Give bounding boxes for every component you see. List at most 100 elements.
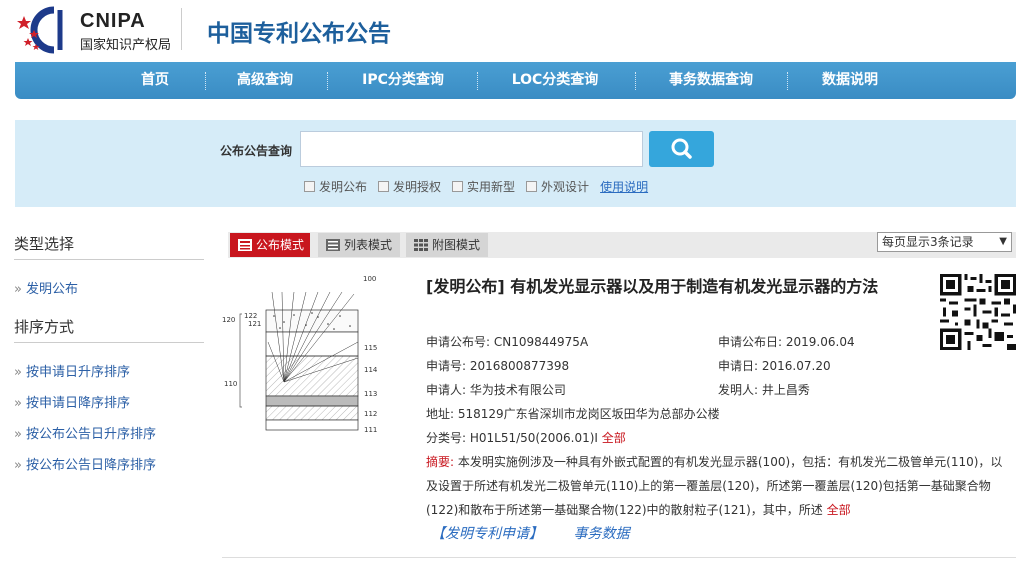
search-type-filters: 发明公布 发明授权 实用新型 外观设计 使用说明 [304, 178, 648, 195]
publication-mode-icon [238, 239, 252, 251]
usage-help-link[interactable]: 使用说明 [600, 178, 648, 195]
nav-item-ipc-search[interactable]: IPC分类查询 [345, 62, 461, 99]
field-label: 申请人: [426, 383, 467, 397]
sidebar-type-title: 类型选择 [14, 228, 204, 260]
patent-figure-thumbnail[interactable]: 100 120 122 121 110 115 114 113 112 111 [222, 272, 382, 444]
nav-item-loc-search[interactable]: LOC分类查询 [495, 62, 615, 99]
filter-design[interactable]: 外观设计 [526, 178, 589, 195]
field-value: 2016800877398 [469, 359, 570, 373]
figure-label: 114 [364, 366, 378, 374]
grid-mode-icon [414, 239, 428, 251]
field-label: 地址: [426, 407, 455, 421]
sidebar-sort-title: 排序方式 [14, 311, 204, 343]
nav-item-data-description[interactable]: 数据说明 [805, 62, 895, 99]
filter-label: 发明公布 [319, 180, 368, 194]
sidebar-item-label: 按申请日升序排序 [25, 365, 130, 380]
checkbox-icon[interactable] [526, 181, 538, 192]
sort-app-date-desc[interactable]: » 按申请日降序排序 [14, 392, 204, 411]
nav-separator [787, 72, 788, 90]
filter-invention-grant[interactable]: 发明授权 [378, 178, 441, 195]
result-title-link[interactable]: [发明公布] 有机发光显示器以及用于制造有机发光显示器的方法 [426, 275, 926, 299]
abstract-text: 本发明实施例涉及一种具有外嵌式配置的有机发光显示器(100)，包括：有机发光二极… [426, 455, 1003, 517]
sort-pub-date-asc[interactable]: » 按公布公告日升序排序 [14, 423, 204, 442]
nav-separator [477, 72, 478, 90]
result-divider [222, 557, 1016, 558]
event-data-link[interactable]: 事务数据 [573, 526, 629, 542]
filter-utility-model[interactable]: 实用新型 [452, 178, 515, 195]
tab-publication-mode[interactable]: 公布模式 [230, 233, 310, 257]
abstract-more-link[interactable]: 全部 [827, 503, 851, 517]
field-label: 申请公布日: [718, 335, 783, 349]
field-app-no: 申请号: 2016800877398 [426, 357, 569, 374]
sidebar-item-label: 按申请日降序排序 [25, 396, 130, 411]
field-label: 申请号: [426, 359, 467, 373]
arrow-icon: » [14, 282, 22, 297]
search-input[interactable] [300, 131, 643, 167]
site-title: 中国专利公布公告 [207, 21, 391, 47]
invention-application-link[interactable]: 【发明专利申请】 [431, 526, 543, 542]
logo-emblem-icon [17, 6, 63, 54]
field-applicant: 申请人: 华为技术有限公司 [426, 381, 566, 398]
field-app-date: 申请日: 2016.07.20 [718, 357, 831, 374]
per-page-value: 每页显示3条记录 [882, 235, 974, 249]
field-value: 518129广东省深圳市龙岗区坂田华为总部办公楼 [457, 407, 720, 421]
field-value: 华为技术有限公司 [469, 383, 566, 397]
field-value: CN109844975A [493, 335, 589, 349]
field-address: 地址: 518129广东省深圳市龙岗区坂田华为总部办公楼 [426, 405, 720, 422]
list-mode-icon [326, 239, 340, 251]
field-value: H01L51/50(2006.01)I [469, 431, 598, 445]
field-classification: 分类号: H01L51/50(2006.01)I 全部 [426, 429, 626, 446]
nav-separator [327, 72, 328, 90]
result-links: 【发明专利申请】 事务数据 [431, 523, 655, 543]
tab-label: 列表模式 [344, 238, 393, 252]
checkbox-icon[interactable] [304, 181, 315, 192]
field-inventor: 发明人: 井上昌秀 [718, 381, 810, 398]
field-pub-no: 申请公布号: CN109844975A [426, 333, 588, 350]
filter-label: 实用新型 [467, 180, 516, 194]
search-panel: 公布公告查询 发明公布 发明授权 实用新型 外观设计 使用说明 [15, 120, 1016, 207]
chevron-down-icon: ▼ [999, 236, 1007, 247]
sidebar-item-invention-publication[interactable]: » 发明公布 [14, 278, 204, 297]
cnipa-logo[interactable]: CNIPA 国家知识产权局 [14, 6, 184, 54]
field-value: 2019.06.04 [785, 335, 855, 349]
logo-subtitle: 国家知识产权局 [80, 38, 172, 53]
filter-invention-publication[interactable]: 发明公布 [304, 178, 367, 195]
qr-code-icon [940, 274, 1016, 350]
per-page-select[interactable]: 每页显示3条记录 ▼ [877, 232, 1012, 252]
nav-item-event-search[interactable]: 事务数据查询 [651, 62, 771, 99]
arrow-icon: » [14, 365, 22, 380]
site-header: CNIPA 国家知识产权局 中国专利公布公告 [0, 0, 1031, 60]
field-value: 井上昌秀 [761, 383, 810, 397]
main-nav: 首页 高级查询 IPC分类查询 LOC分类查询 事务数据查询 数据说明 [15, 62, 1016, 99]
checkbox-icon[interactable] [378, 181, 390, 192]
arrow-icon: » [14, 458, 22, 473]
patent-drawing: 100 120 122 121 110 115 114 113 112 111 [222, 275, 378, 434]
nav-item-advanced-search[interactable]: 高级查询 [220, 62, 310, 99]
sidebar: 类型选择 » 发明公布 排序方式 » 按申请日升序排序 » 按申请日降序排序 » 按公布… [14, 228, 204, 473]
sort-app-date-asc[interactable]: » 按申请日升序排序 [14, 361, 204, 380]
field-value: 2016.07.20 [761, 359, 831, 373]
search-label: 公布公告查询 [220, 144, 293, 158]
field-label: 分类号: [426, 431, 467, 445]
sidebar-item-label: 按公布公告日升序排序 [25, 427, 156, 442]
classification-more-link[interactable]: 全部 [602, 431, 626, 445]
field-label: 发明人: [718, 383, 759, 397]
tab-figure-mode[interactable]: 附图模式 [406, 233, 488, 257]
nav-item-home[interactable]: 首页 [120, 62, 190, 99]
filter-label: 外观设计 [541, 180, 590, 194]
field-pub-date: 申请公布日: 2019.06.04 [718, 333, 855, 350]
figure-label: 110 [224, 380, 237, 388]
arrow-icon: » [14, 396, 22, 411]
header-divider [181, 8, 182, 50]
nav-separator [635, 72, 636, 90]
search-button[interactable] [649, 131, 714, 167]
arrow-icon: » [14, 427, 22, 442]
filter-label: 发明授权 [393, 180, 442, 194]
sort-pub-date-desc[interactable]: » 按公布公告日降序排序 [14, 454, 204, 473]
tab-list-mode[interactable]: 列表模式 [318, 233, 400, 257]
checkbox-icon[interactable] [452, 181, 464, 192]
figure-label: 100 [363, 275, 376, 283]
result-abstract: 摘要: 本发明实施例涉及一种具有外嵌式配置的有机发光显示器(100)，包括：有机… [426, 450, 1006, 522]
field-label: 申请日: [718, 359, 759, 373]
search-icon [671, 138, 692, 159]
